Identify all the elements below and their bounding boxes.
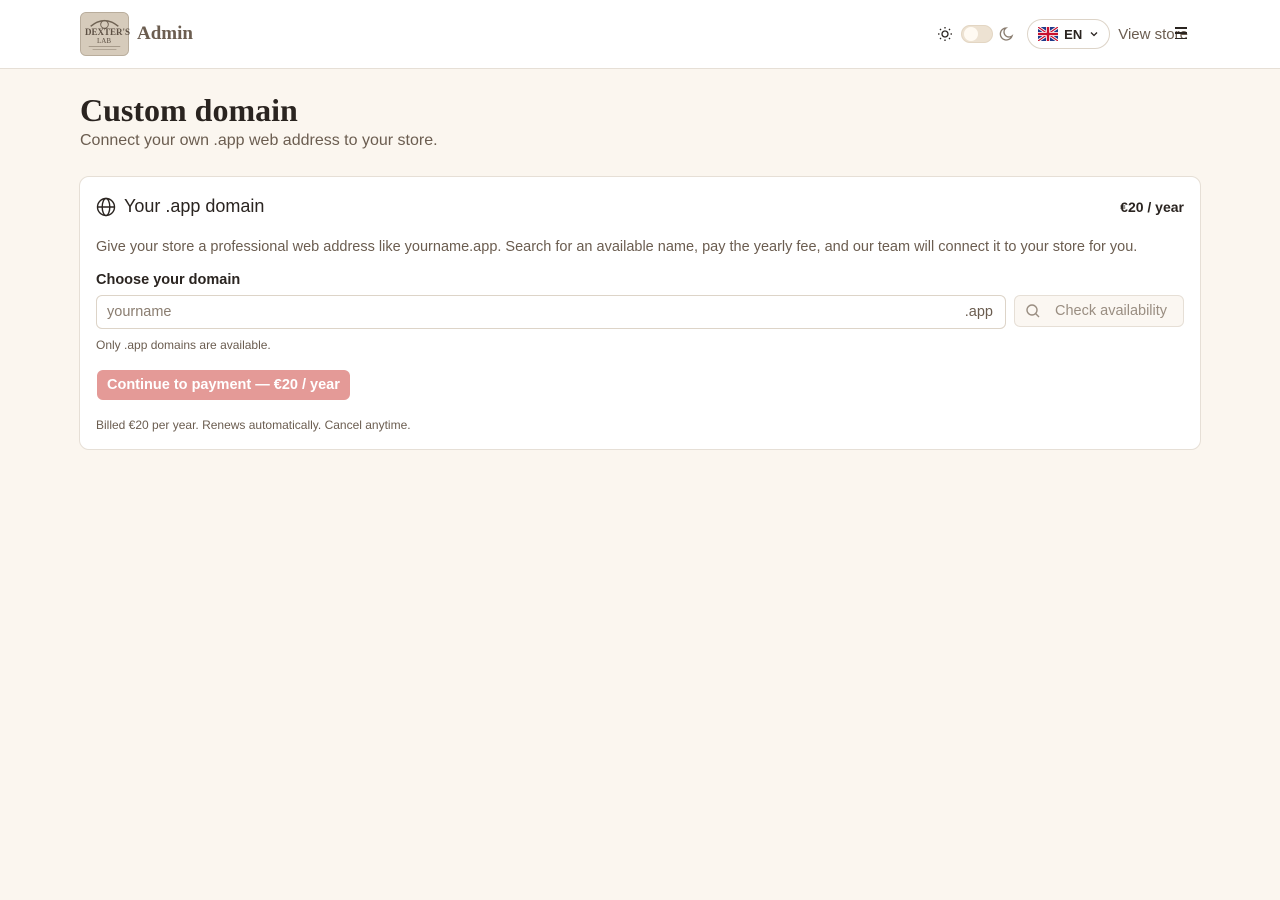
billing-note: Billed €20 per year. Renews automaticall… [96,418,411,432]
logo-text-bottom: LAB [97,37,111,45]
domain-input-wrapper: .app [96,295,1006,329]
hamburger-line [1175,37,1187,39]
page-subtitle: Connect your own .app web address to you… [80,132,438,149]
language-selector[interactable]: EN [1027,19,1111,49]
moon-icon [999,26,1015,42]
uk-flag-icon [1038,27,1059,41]
continue-to-payment-button[interactable]: Continue to payment — €20 / year [97,370,350,400]
top-bar: Admin DEXTER'S LAB EN View store [0,0,1280,69]
domain-suffix: .app [964,304,993,320]
sun-icon [937,26,953,42]
card-header: Your .app domain [96,196,264,217]
header-actions: EN View store [937,19,1188,49]
check-availability-label: Check availability [1055,303,1168,319]
globe-icon [96,197,116,217]
hamburger-line [1175,27,1187,29]
domain-card: Your .app domain €20 / year Give your st… [79,176,1201,450]
brand-name: Admin [137,23,193,44]
card-title: Your .app domain [124,196,265,216]
card-description: Give your store a professional web addre… [96,239,1138,255]
check-availability-button[interactable]: Check availability [1014,295,1184,327]
hamburger-line [1175,32,1187,34]
domain-input[interactable] [97,296,965,328]
language-code: EN [1064,26,1083,42]
domain-field-label: Choose your domain [96,272,241,288]
logo-text-top: DEXTER'S [85,27,131,37]
page-title: Custom domain [80,92,298,128]
hamburger-menu-icon[interactable] [1175,27,1187,39]
theme-toggle[interactable] [961,25,994,43]
search-icon [1025,303,1041,319]
chevron-down-icon [1089,29,1099,39]
price-label: €20 / year [1120,199,1184,215]
domain-hint: Only .app domains are available. [96,338,271,352]
theme-toggle-knob [964,27,979,41]
